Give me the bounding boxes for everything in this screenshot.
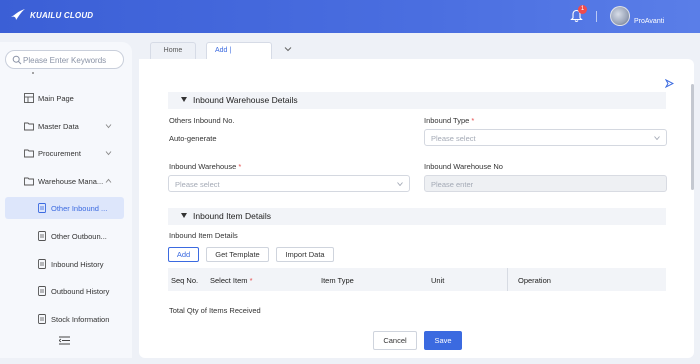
total-qty-label: Total Qty of Items Received bbox=[169, 306, 261, 315]
others-inbound-no-value: Auto-generate bbox=[169, 134, 217, 143]
inbound-warehouse-select[interactable]: Please select bbox=[168, 175, 410, 192]
tab-label: Home bbox=[163, 47, 183, 54]
column-header-seq: Seq No. bbox=[171, 276, 199, 285]
notification-badge: 1 bbox=[578, 5, 587, 14]
column-header-unit: Unit bbox=[431, 276, 445, 285]
folder-icon bbox=[24, 122, 34, 131]
document-icon bbox=[38, 203, 46, 213]
sidebar-item-label: Warehouse Mana... bbox=[38, 177, 104, 186]
tab-home[interactable]: Home bbox=[150, 42, 196, 59]
share-icon[interactable] bbox=[665, 79, 674, 88]
document-icon bbox=[38, 286, 46, 296]
document-icon bbox=[38, 314, 46, 324]
scroll-indicator-dot bbox=[32, 72, 34, 74]
chevron-down-icon bbox=[105, 124, 112, 129]
column-label: Select Item bbox=[210, 276, 248, 285]
save-button[interactable]: Save bbox=[424, 331, 462, 350]
inbound-warehouse-no-field bbox=[424, 175, 667, 192]
sidebar-item-label: Stock Information bbox=[51, 315, 110, 324]
sidebar-item-label: Procurement bbox=[38, 149, 81, 158]
select-placeholder: Please select bbox=[175, 180, 220, 189]
field-label-text: Inbound Warehouse bbox=[169, 162, 237, 171]
sidebar-item-other-inbound[interactable]: Other Inbound ... bbox=[5, 197, 124, 219]
sidebar-search[interactable] bbox=[5, 50, 124, 69]
search-icon bbox=[12, 55, 22, 65]
field-label-text: Inbound Type bbox=[424, 116, 470, 125]
caret-down-icon bbox=[181, 97, 187, 102]
column-header-operation: Operation bbox=[518, 276, 551, 285]
brand-name: KUAILU CLOUD bbox=[30, 10, 94, 20]
username[interactable]: ProAvanti bbox=[634, 18, 664, 25]
sidebar-item-outbound-history[interactable]: Outbound History bbox=[5, 280, 124, 302]
search-input[interactable] bbox=[23, 53, 119, 67]
select-placeholder: Please select bbox=[431, 134, 476, 143]
scrollbar[interactable] bbox=[691, 84, 694, 190]
inbound-warehouse-no-label: Inbound Warehouse No bbox=[424, 162, 503, 171]
cancel-button[interactable]: Cancel bbox=[373, 331, 417, 350]
column-divider[interactable] bbox=[507, 268, 508, 291]
bird-logo-icon bbox=[11, 9, 25, 20]
inbound-type-label: Inbound Type * bbox=[424, 116, 474, 125]
chevron-down-icon bbox=[654, 136, 660, 140]
sidebar-item-label: Master Data bbox=[38, 122, 79, 131]
sidebar-item-warehouse[interactable]: Warehouse Mana... bbox=[5, 170, 124, 192]
tab-add-inbound[interactable]: Add | Inbo...✕ bbox=[206, 42, 272, 71]
chevron-down-icon bbox=[105, 151, 112, 156]
column-header-select-item: Select Item * bbox=[210, 276, 253, 285]
section-warehouse-details-header[interactable]: Inbound Warehouse Details bbox=[168, 92, 666, 109]
required-mark: * bbox=[249, 276, 253, 285]
caret-down-icon bbox=[181, 213, 187, 218]
section-title: Inbound Item Details bbox=[193, 211, 271, 221]
grid-icon bbox=[24, 93, 34, 103]
inbound-warehouse-label: Inbound Warehouse * bbox=[169, 162, 241, 171]
collapse-menu-icon[interactable] bbox=[59, 336, 70, 345]
avatar[interactable] bbox=[610, 6, 630, 26]
sidebar-item-main-page[interactable]: Main Page bbox=[5, 87, 124, 109]
chevron-down-icon[interactable] bbox=[284, 46, 292, 52]
add-button[interactable]: Add bbox=[168, 247, 199, 262]
sidebar-item-label: Other Inbound ... bbox=[51, 204, 108, 213]
document-icon bbox=[38, 231, 46, 241]
sidebar-item-label: Inbound History bbox=[51, 260, 104, 269]
column-header-item-type: Item Type bbox=[321, 276, 354, 285]
sidebar-item-inbound-history[interactable]: Inbound History bbox=[5, 253, 124, 275]
inbound-warehouse-no-input bbox=[431, 178, 651, 190]
sidebar-item-procurement[interactable]: Procurement bbox=[5, 142, 124, 164]
sidebar-item-other-outbound[interactable]: Other Outboun... bbox=[5, 225, 124, 247]
others-inbound-no-label: Others Inbound No. bbox=[169, 116, 235, 125]
brand-logo[interactable]: KUAILU CLOUD bbox=[10, 8, 93, 22]
required-mark: * bbox=[238, 162, 242, 171]
import-data-button[interactable]: Import Data bbox=[276, 247, 334, 262]
section-item-details-header[interactable]: Inbound Item Details bbox=[168, 208, 666, 225]
chevron-down-icon bbox=[397, 182, 403, 186]
section-title: Inbound Warehouse Details bbox=[193, 95, 298, 105]
folder-icon bbox=[24, 177, 34, 186]
sidebar-item-label: Other Outboun... bbox=[51, 232, 107, 241]
sidebar-item-stock-information[interactable]: Stock Information bbox=[5, 308, 124, 330]
sidebar: Main Page Master Data Procurement Wareho… bbox=[0, 42, 132, 358]
sidebar-item-label: Main Page bbox=[38, 94, 74, 103]
sidebar-item-master-data[interactable]: Master Data bbox=[5, 115, 124, 137]
item-details-label: Inbound Item Details bbox=[169, 231, 238, 240]
chevron-up-icon bbox=[105, 178, 112, 183]
header-divider bbox=[596, 11, 597, 22]
folder-icon bbox=[24, 149, 34, 158]
document-icon bbox=[38, 259, 46, 269]
top-header: KUAILU CLOUD 1 ProAvanti bbox=[0, 0, 700, 33]
required-mark: * bbox=[471, 116, 475, 125]
get-template-button[interactable]: Get Template bbox=[206, 247, 269, 262]
sidebar-item-label: Outbound History bbox=[51, 287, 110, 296]
inbound-type-select[interactable]: Please select bbox=[424, 129, 667, 146]
